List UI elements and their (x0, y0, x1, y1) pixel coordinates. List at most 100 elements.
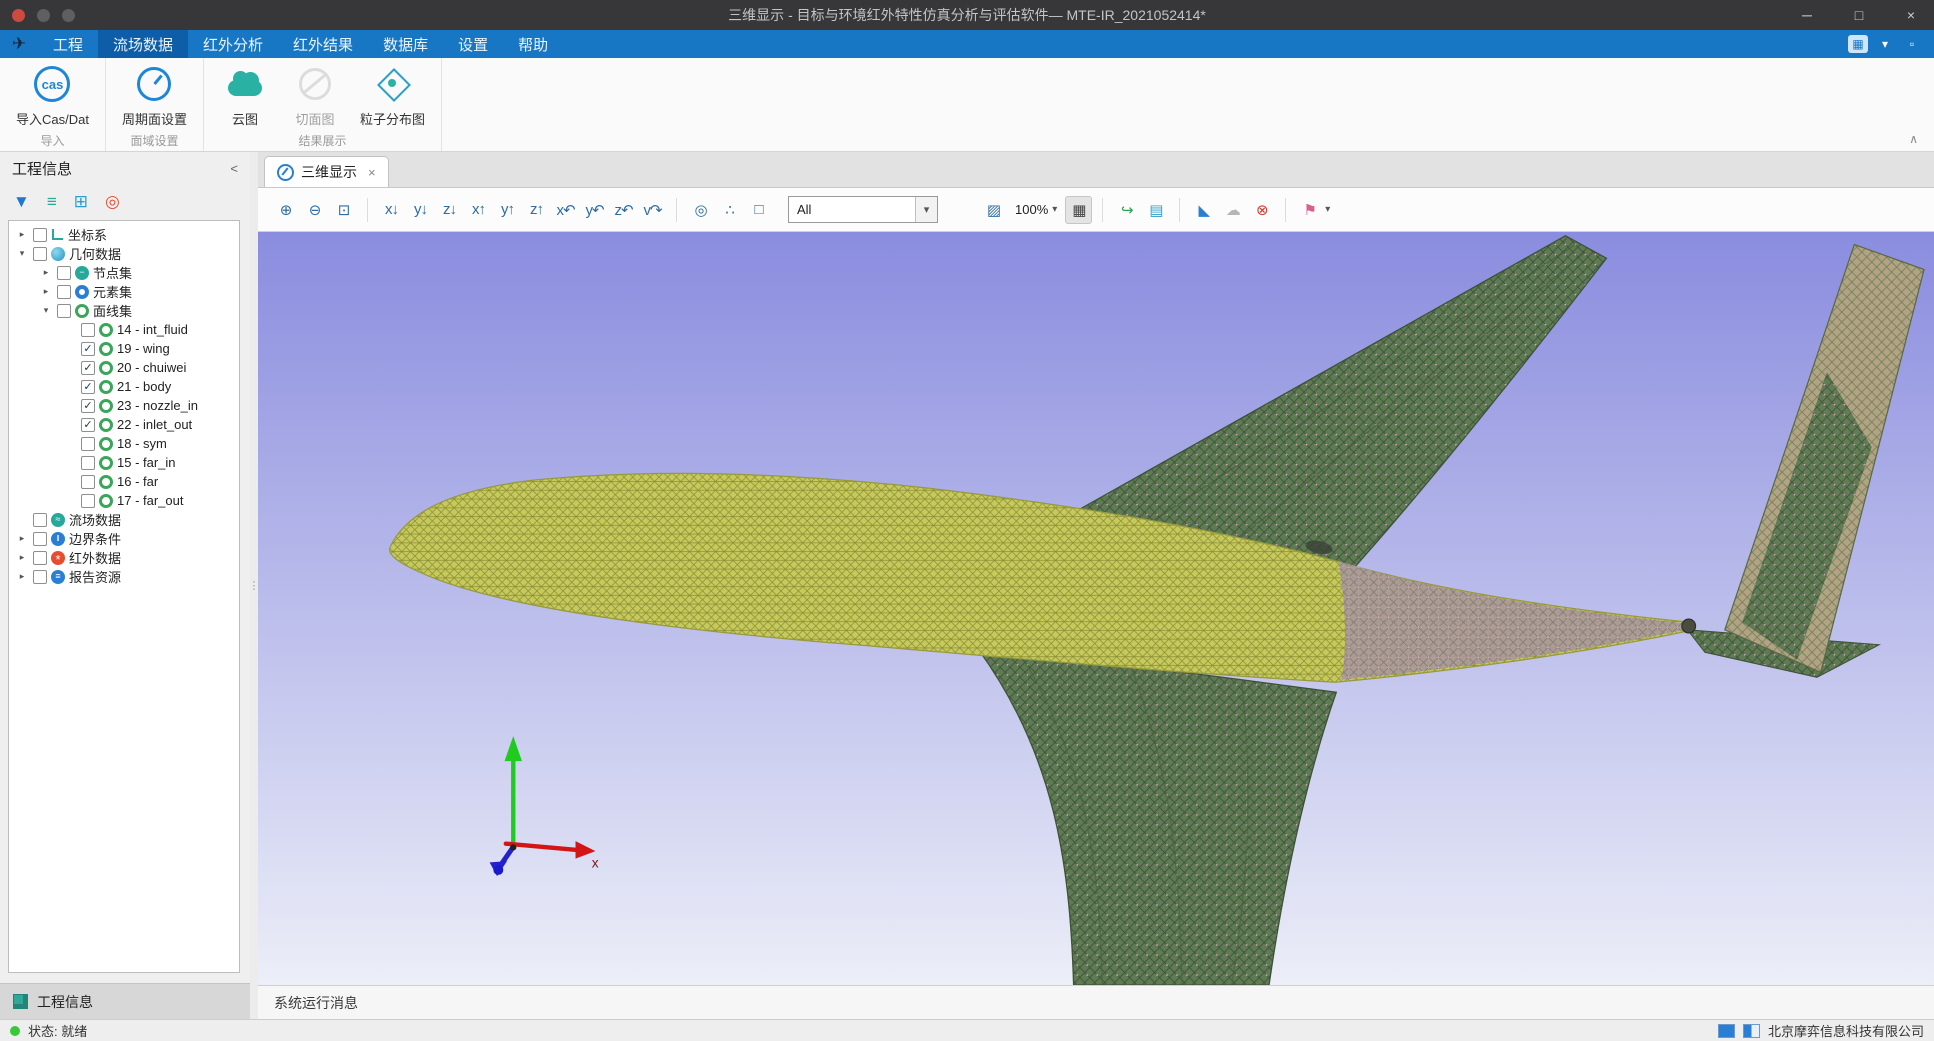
combo-caret-icon[interactable]: ▾ (915, 197, 937, 222)
tree-expander-icon[interactable]: ▾ (39, 305, 53, 316)
zoom-window-icon[interactable]: ⊡ (330, 196, 357, 224)
tree-checkbox[interactable] (81, 399, 95, 413)
tab-3d-display[interactable]: 三维显示 × (264, 156, 389, 187)
save-view-icon[interactable]: ⚑ (1296, 196, 1323, 224)
ribbon-button[interactable]: 云图 (212, 61, 278, 129)
menu-item[interactable]: 红外分析 (188, 30, 278, 58)
tree-expander-icon[interactable]: ▸ (15, 533, 29, 544)
tree-row[interactable]: ▸ 边界条件 (9, 529, 239, 548)
zoom-in-icon[interactable]: ⊕ (272, 196, 299, 224)
close-button[interactable]: × (1900, 7, 1922, 23)
about-icon[interactable]: ▫ (1902, 35, 1922, 53)
menu-item[interactable]: 红外结果 (278, 30, 368, 58)
tree-checkbox[interactable] (33, 551, 47, 565)
probe-icon[interactable]: ◎ (687, 196, 714, 224)
view-z-plus-icon[interactable]: z↑ (523, 196, 550, 224)
rotate-x-icon[interactable]: x↶ (552, 196, 579, 224)
tree-checkbox[interactable] (57, 304, 71, 318)
particle-pick-icon[interactable]: ∴ (716, 196, 743, 224)
tree-checkbox[interactable] (81, 361, 95, 375)
tree-row[interactable]: 22 - inlet_out (9, 415, 239, 434)
mirror-icon[interactable]: ◣ (1190, 196, 1217, 224)
layout-icon-1[interactable] (1718, 1024, 1735, 1038)
grid-icon[interactable]: ▦ (1065, 196, 1092, 224)
tree-row[interactable]: 流场数据 (9, 510, 239, 529)
tree-row[interactable]: ▸ 节点集 (9, 263, 239, 282)
view-x-minus-icon[interactable]: x↓ (378, 196, 405, 224)
tree-row[interactable]: 14 - int_fluid (9, 320, 239, 339)
tree-row[interactable]: 20 - chuiwei (9, 358, 239, 377)
tree-expander-icon[interactable]: ▸ (15, 571, 29, 582)
cloud-outline-icon[interactable]: ☁ (1219, 196, 1246, 224)
window-menu-icon[interactable] (12, 9, 25, 22)
view-y-minus-icon[interactable]: y↓ (407, 196, 434, 224)
tree-checkbox[interactable] (33, 247, 47, 261)
tree-expander-icon[interactable]: ▸ (39, 267, 53, 278)
menu-item[interactable]: 数据库 (368, 30, 443, 58)
tree-checkbox[interactable] (81, 342, 95, 356)
tree-checkbox[interactable] (81, 475, 95, 489)
zoom-level-select[interactable]: 100% ▾ (1009, 202, 1063, 217)
tab-close-icon[interactable]: × (368, 165, 376, 180)
snapshot-icon[interactable]: ▤ (1142, 196, 1169, 224)
tree-row[interactable]: 23 - nozzle_in (9, 396, 239, 415)
tree-expander-icon[interactable]: ▾ (15, 248, 29, 259)
tree-row[interactable]: ▸ 坐标系 (9, 225, 239, 244)
tree-checkbox[interactable] (81, 494, 95, 508)
tree-row[interactable]: ▸ 报告资源 (9, 567, 239, 586)
tree-checkbox[interactable] (33, 513, 47, 527)
menu-item[interactable]: 设置 (443, 30, 503, 58)
rotate-z-icon[interactable]: z↶ (610, 196, 637, 224)
tree-checkbox[interactable] (57, 285, 71, 299)
window-tool-icon-1[interactable] (37, 9, 50, 22)
filter-icon[interactable]: ▼ (13, 193, 30, 210)
tree-row[interactable]: ▸ 红外数据 (9, 548, 239, 567)
rotate-y-icon[interactable]: y↶ (581, 196, 608, 224)
viewport-canvas[interactable]: x (258, 232, 1934, 985)
view-x-plus-icon[interactable]: x↑ (465, 196, 492, 224)
panel-splitter[interactable] (250, 152, 258, 1019)
list-view-icon[interactable]: ≡ (47, 193, 57, 210)
ribbon-button[interactable]: 切面图 (282, 61, 348, 129)
ribbon-button[interactable]: 粒子分布图 (352, 61, 433, 129)
tree-checkbox[interactable] (33, 228, 47, 242)
project-info-bottom-tab[interactable]: 工程信息 (0, 983, 250, 1019)
box-select-icon[interactable]: □ (745, 196, 772, 224)
zoom-out-icon[interactable]: ⊖ (301, 196, 328, 224)
tree-row[interactable]: ▸ 元素集 (9, 282, 239, 301)
export-view-icon[interactable]: ↪ (1113, 196, 1140, 224)
menu-item[interactable]: 帮助 (503, 30, 563, 58)
view-iso-icon[interactable]: v↷ (639, 196, 666, 224)
grid-view-icon[interactable]: ⊞ (74, 193, 88, 210)
tree-checkbox[interactable] (33, 532, 47, 546)
tree-expander-icon[interactable]: ▸ (39, 286, 53, 297)
display-filter-select[interactable]: All ▾ (788, 196, 938, 223)
tree-row[interactable]: 17 - far_out (9, 491, 239, 510)
save-caret-icon[interactable]: ▾ (1325, 204, 1330, 215)
tree-row[interactable]: 18 - sym (9, 434, 239, 453)
skin-icon[interactable]: ▦ (1848, 35, 1868, 53)
view-z-minus-icon[interactable]: z↓ (436, 196, 463, 224)
skin-caret-icon[interactable]: ▾ (1875, 35, 1895, 53)
maximize-button[interactable]: □ (1848, 7, 1870, 23)
ribbon-button[interactable]: cas 导入Cas/Dat (8, 61, 97, 129)
tree-expander-icon[interactable]: ▸ (15, 229, 29, 240)
window-tool-icon-2[interactable] (62, 9, 75, 22)
tree-row[interactable]: ▾ 几何数据 (9, 244, 239, 263)
clear-marks-icon[interactable]: ⊗ (1248, 196, 1275, 224)
layout-icon-2[interactable] (1743, 1024, 1760, 1038)
tree-checkbox[interactable] (57, 266, 71, 280)
ribbon-button[interactable]: 周期面设置 (114, 61, 195, 129)
tree-row[interactable]: 16 - far (9, 472, 239, 491)
tree-checkbox[interactable] (81, 456, 95, 470)
toolbar-icon[interactable] (367, 198, 368, 222)
tree-row[interactable]: 19 - wing (9, 339, 239, 358)
toolbar-icon[interactable] (676, 198, 677, 222)
tree-expander-icon[interactable]: ▸ (15, 552, 29, 563)
tree-row[interactable]: ▾ 面线集 (9, 301, 239, 320)
tree-checkbox[interactable] (33, 570, 47, 584)
menu-item[interactable]: 工程 (38, 30, 98, 58)
menu-item[interactable]: 流场数据 (98, 30, 188, 58)
ribbon-collapse-icon[interactable]: ∧ (1909, 132, 1918, 146)
minimize-button[interactable]: ─ (1796, 7, 1818, 23)
